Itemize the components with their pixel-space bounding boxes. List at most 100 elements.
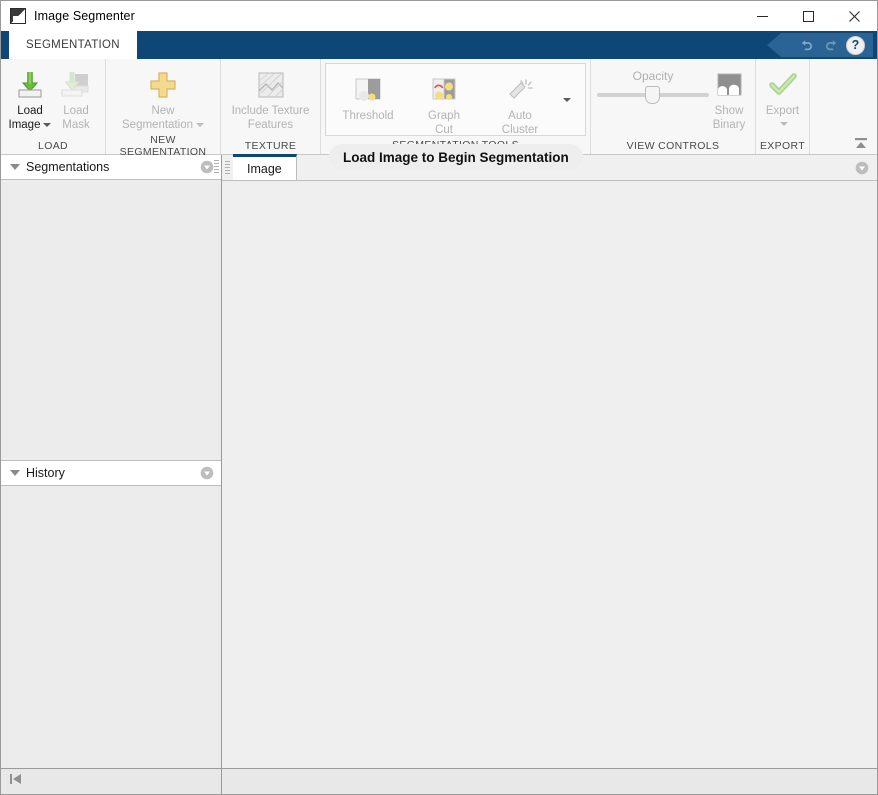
status-bar-left xyxy=(1,769,222,794)
ribbon-tab-strip: SEGMENTATION ? xyxy=(1,31,877,59)
help-icon-glyph: ? xyxy=(851,37,860,52)
auto-cluster-icon xyxy=(505,71,535,109)
ribbon-group-texture: Include Texture Features TEXTURE xyxy=(220,59,320,154)
show-binary-button[interactable]: Show Binary xyxy=(709,61,749,132)
texture-features-icon xyxy=(255,66,287,104)
quick-access-toolbar: ? xyxy=(767,33,873,57)
opacity-control: Opacity xyxy=(597,61,709,104)
status-bar xyxy=(1,768,877,794)
show-binary-label-2: Binary xyxy=(712,119,746,131)
opacity-slider[interactable] xyxy=(597,86,709,104)
ribbon-collapse-icon[interactable] xyxy=(851,134,871,152)
load-image-chevron-down-icon[interactable] xyxy=(43,122,52,127)
auto-cluster-button[interactable]: Auto Cluster xyxy=(482,66,558,137)
segmentation-tools-frame: Threshold Graph Cut Auto Cluster xyxy=(325,63,586,136)
export-button[interactable]: Export xyxy=(762,61,803,130)
app-icon xyxy=(10,8,26,24)
document-tab-grip[interactable] xyxy=(222,155,233,180)
ribbon-group-view-controls-title: VIEW CONTROLS xyxy=(626,139,720,152)
segmentation-tools-chevron-down-icon xyxy=(563,98,571,103)
ribbon-group-load: Load Image Load Mask LOAD xyxy=(1,59,105,154)
tab-segmentation[interactable]: SEGMENTATION xyxy=(9,31,137,59)
close-button[interactable] xyxy=(831,1,877,31)
new-segmentation-icon xyxy=(148,66,178,104)
panel-segmentations-body[interactable] xyxy=(1,180,221,460)
panel-history: History xyxy=(1,460,221,768)
load-image-button[interactable]: Load Image xyxy=(7,61,53,132)
threshold-button[interactable]: Threshold xyxy=(330,66,406,123)
load-mask-button[interactable]: Load Mask xyxy=(53,61,99,132)
minimize-button[interactable] xyxy=(739,1,785,31)
opacity-slider-thumb[interactable] xyxy=(645,86,660,104)
document-area: Image xyxy=(222,154,877,768)
load-mask-label-1: Load xyxy=(63,105,89,117)
ribbon-group-new-segmentation-title: NEW SEGMENTATION xyxy=(119,133,207,158)
go-to-start-icon[interactable] xyxy=(9,772,23,791)
load-mask-label-2: Mask xyxy=(62,119,90,131)
segmentation-tools-expand-button[interactable] xyxy=(560,92,571,110)
export-chevron-down-icon xyxy=(780,122,788,126)
ribbon-group-export: Export EXPORT xyxy=(755,59,809,154)
tab-segmentation-label: SEGMENTATION xyxy=(26,39,120,51)
load-image-icon xyxy=(13,66,47,104)
ribbon: Load Image Load Mask LOAD New Segmentati… xyxy=(1,59,877,170)
ribbon-group-new-segmentation: New Segmentation NEW SEGMENTATION xyxy=(105,59,220,158)
ribbon-group-view-controls: Opacity Show Binary VIEW CONTROLS xyxy=(590,59,755,154)
include-texture-label-1: Include Texture xyxy=(231,105,310,117)
panel-history-close-icon[interactable] xyxy=(200,466,214,480)
panel-segmentations-grip[interactable] xyxy=(212,155,221,179)
panel-history-collapse-icon[interactable] xyxy=(10,470,20,476)
export-icon xyxy=(768,66,798,104)
maximize-button[interactable] xyxy=(785,1,831,31)
help-icon[interactable]: ? xyxy=(846,35,865,55)
threshold-icon xyxy=(353,71,383,109)
panel-history-title: History xyxy=(26,466,65,480)
auto-cluster-label-2: Cluster xyxy=(501,124,539,136)
window-controls xyxy=(739,1,877,31)
redo-icon[interactable] xyxy=(821,35,841,55)
panel-segmentations: Segmentations xyxy=(1,155,221,460)
opacity-label: Opacity xyxy=(632,69,674,83)
new-segmentation-chevron-down-icon[interactable] xyxy=(195,122,204,127)
load-mask-icon xyxy=(59,66,93,104)
document-tab-image-label: Image xyxy=(247,161,282,176)
image-segmenter-window: Image Segmenter SEGMENTATION ? Load Imag… xyxy=(0,0,878,795)
threshold-label-1: Threshold xyxy=(342,110,394,122)
show-binary-icon xyxy=(714,66,744,104)
panel-segmentations-header: Segmentations xyxy=(1,155,221,180)
tooltip-banner: Load Image to Begin Segmentation xyxy=(329,144,583,170)
new-segmentation-label-2: Segmentation xyxy=(122,118,204,132)
auto-cluster-label-1: Auto xyxy=(508,110,532,122)
title-bar: Image Segmenter xyxy=(1,1,877,31)
include-texture-label-2: Features xyxy=(247,119,294,131)
graph-cut-button[interactable]: Graph Cut xyxy=(406,66,482,137)
new-segmentation-label-1: New xyxy=(151,105,175,117)
window-title: Image Segmenter xyxy=(34,9,135,23)
main-body: Segmentations History Image xyxy=(1,154,877,768)
graph-cut-label-2: Cut xyxy=(435,124,453,136)
sidebar: Segmentations History xyxy=(1,155,222,768)
ribbon-group-texture-title: TEXTURE xyxy=(244,139,297,152)
panel-segmentations-collapse-icon[interactable] xyxy=(10,164,20,170)
load-image-label-2: Image xyxy=(9,118,52,132)
show-binary-label-1: Show xyxy=(714,105,744,117)
undo-icon[interactable] xyxy=(796,35,816,55)
graph-cut-label-1: Graph xyxy=(428,110,460,122)
new-segmentation-label-2-text: Segmentation xyxy=(122,119,193,131)
export-dropdown[interactable] xyxy=(777,118,788,130)
ribbon-group-segmentation-tools: Threshold Graph Cut Auto Cluster xyxy=(320,59,590,154)
ribbon-group-load-title: LOAD xyxy=(38,139,68,152)
export-label-1: Export xyxy=(765,105,800,117)
ribbon-group-export-title: EXPORT xyxy=(759,139,806,152)
graph-cut-icon xyxy=(429,71,459,109)
load-image-label-2-text: Image xyxy=(8,119,41,131)
image-canvas[interactable] xyxy=(222,181,877,768)
panel-segmentations-title: Segmentations xyxy=(26,160,110,174)
load-image-label-1: Load xyxy=(17,105,43,117)
document-tab-image[interactable]: Image xyxy=(233,154,297,180)
new-segmentation-button[interactable]: New Segmentation xyxy=(112,61,214,132)
include-texture-features-button[interactable]: Include Texture Features xyxy=(227,61,314,132)
panel-history-body[interactable] xyxy=(1,486,221,768)
panel-history-header: History xyxy=(1,461,221,486)
document-close-icon[interactable] xyxy=(855,161,869,175)
